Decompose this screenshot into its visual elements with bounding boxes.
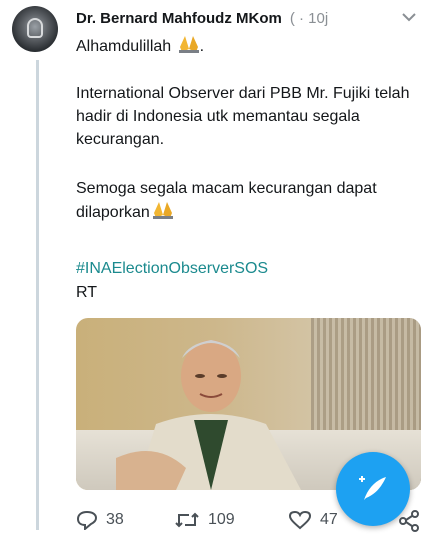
folded-hands-emoji — [152, 202, 173, 219]
share-button[interactable] — [398, 510, 428, 532]
tweet-paragraph-2: Semoga segala macam kecurangan dapat dil… — [76, 177, 421, 224]
avatar-emblem — [27, 18, 43, 38]
tweet-line-1: Alhamdulillah . — [76, 34, 421, 58]
retweet-button[interactable]: 109 — [174, 510, 235, 530]
heart-icon — [288, 510, 312, 530]
avatar[interactable] — [12, 6, 58, 52]
tweet-meta: ( · 10j — [289, 9, 329, 27]
tweet-actions: 38 109 47 — [76, 510, 426, 536]
photo-person — [116, 340, 301, 490]
thread-line — [36, 60, 39, 530]
chevron-down-icon[interactable] — [401, 10, 417, 24]
tweet-text-period: . — [199, 38, 205, 55]
tweet-paragraph-1: International Observer dari PBB Mr. Fuji… — [76, 85, 410, 148]
reply-icon — [76, 510, 98, 530]
retweet-icon — [175, 512, 199, 528]
tweet-text-alhamdulillah: Alhamdulillah — [76, 38, 172, 55]
compose-tweet-icon — [359, 476, 386, 500]
tweet-header: Dr. Bernard Mahfoudz MKom ( · 10j — [76, 6, 425, 30]
tweet-text-paragraph-2: Semoga segala macam kecurangan dapat dil… — [76, 180, 377, 221]
like-count: 47 — [320, 511, 338, 528]
reply-count: 38 — [106, 511, 124, 528]
share-icon — [399, 510, 419, 532]
rt-text: RT — [76, 284, 98, 301]
reply-button[interactable]: 38 — [76, 510, 124, 530]
hashtag-link[interactable]: #INAElectionObserverSOS — [76, 257, 421, 280]
folded-hands-emoji — [178, 36, 199, 53]
retweet-count: 109 — [208, 511, 235, 528]
like-button[interactable]: 47 — [288, 510, 338, 530]
author-name[interactable]: Dr. Bernard Mahfoudz MKom — [76, 10, 282, 27]
